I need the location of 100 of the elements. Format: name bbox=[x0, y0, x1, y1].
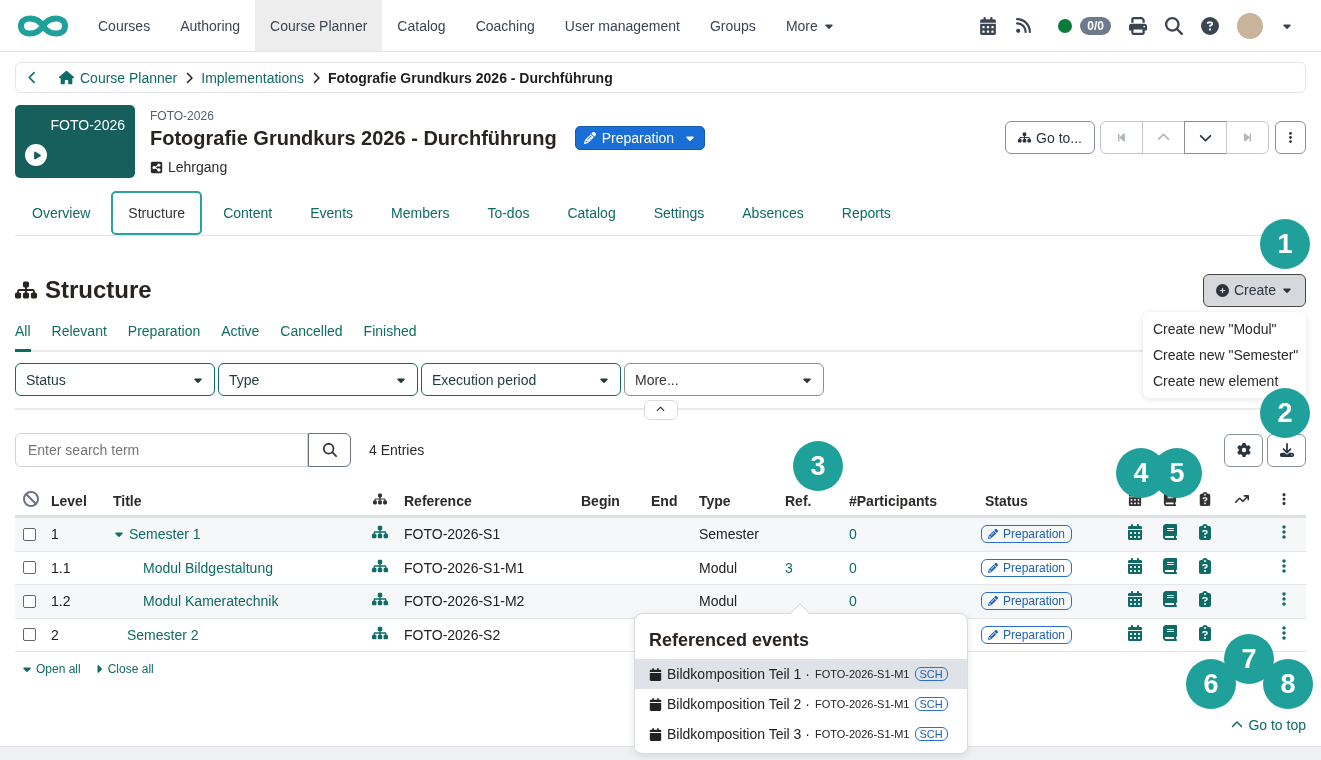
filter-dropdown[interactable]: More... bbox=[624, 363, 824, 396]
event-item[interactable]: Bildkomposition Teil 1 · FOTO-2026-S1-M1 SCH bbox=[635, 659, 967, 689]
nav-item[interactable]: Course Planner bbox=[255, 0, 383, 51]
event-reference: FOTO-2026-S1-M1 bbox=[814, 668, 910, 680]
column-header[interactable]: Level bbox=[47, 493, 91, 509]
calendar-icon bbox=[649, 667, 662, 681]
tab[interactable]: Settings bbox=[636, 190, 722, 235]
callout-marker: 8 bbox=[1263, 659, 1313, 709]
tab[interactable]: Content bbox=[206, 190, 290, 235]
course-type: Lehrgang bbox=[168, 159, 228, 175]
course-thumbnail[interactable]: FOTO-2026 bbox=[15, 105, 135, 178]
tab[interactable]: Reports bbox=[824, 190, 908, 235]
more-button[interactable] bbox=[1275, 121, 1306, 154]
row-checkbox[interactable] bbox=[23, 561, 36, 575]
search-button[interactable] bbox=[308, 433, 351, 467]
pencil-icon bbox=[988, 629, 998, 640]
calendar-icon bbox=[649, 697, 662, 711]
tab[interactable]: Absences bbox=[725, 190, 821, 235]
column-header[interactable]: End bbox=[647, 493, 682, 509]
filter-dropdown[interactable]: Type bbox=[218, 363, 418, 396]
row-checkbox[interactable] bbox=[23, 594, 36, 608]
callout-marker: 3 bbox=[793, 441, 843, 491]
column-header[interactable]: #Participants bbox=[845, 493, 941, 509]
column-header[interactable]: Ref. bbox=[781, 493, 816, 509]
settings-button[interactable] bbox=[1224, 433, 1263, 467]
status-badge[interactable]: Preparation bbox=[981, 625, 1073, 644]
event-item[interactable]: Bildkomposition Teil 2 · FOTO-2026-S1-M1 SCH bbox=[635, 689, 967, 719]
filter-tab[interactable]: Relevant bbox=[51, 317, 107, 352]
nav-item[interactable]: More bbox=[770, 0, 850, 51]
nav-item[interactable]: Catalog bbox=[382, 0, 461, 51]
nav-item[interactable]: User management bbox=[549, 0, 695, 51]
close-all-link[interactable]: Close all bbox=[92, 662, 154, 676]
status-dropdown[interactable]: Preparation bbox=[574, 126, 706, 150]
level-cell-text: 1 bbox=[50, 526, 60, 543]
row-checkbox[interactable] bbox=[23, 527, 36, 541]
play-button[interactable] bbox=[25, 144, 47, 166]
event-reference: FOTO-2026-S1-M1 bbox=[814, 698, 910, 710]
goto-button[interactable]: Go to... bbox=[1005, 121, 1095, 154]
section-title: Structure bbox=[45, 276, 152, 304]
sitemap-icon bbox=[15, 279, 37, 301]
status-badge[interactable]: Preparation bbox=[981, 525, 1073, 544]
print-icon bbox=[1129, 16, 1147, 35]
event-title: Bildkomposition Teil 3 · bbox=[667, 726, 810, 742]
filter-tab[interactable]: Preparation bbox=[127, 317, 201, 352]
event-item[interactable]: Bildkomposition Teil 3 · FOTO-2026-S1-M1 SCH bbox=[635, 719, 967, 749]
status-badge[interactable]: Preparation bbox=[981, 558, 1073, 577]
filter-tab[interactable]: All bbox=[15, 317, 31, 352]
event-title: Bildkomposition Teil 1 · bbox=[667, 666, 810, 682]
thumbnail-label: FOTO-2026 bbox=[50, 117, 125, 133]
tab[interactable]: Events bbox=[293, 190, 371, 235]
nav-item[interactable]: Courses bbox=[83, 0, 166, 51]
filter-tab[interactable]: Active bbox=[221, 317, 260, 352]
title-link[interactable]: Modul Kameratechnik bbox=[109, 593, 360, 610]
callout-marker: 1 bbox=[1260, 219, 1310, 269]
title-link[interactable]: Semester 2 bbox=[109, 626, 360, 643]
pencil-icon bbox=[583, 132, 596, 144]
go-to-top-link[interactable]: Go to top bbox=[1231, 717, 1306, 733]
status-dot[interactable] bbox=[1058, 18, 1073, 33]
filter-dropdown[interactable]: Status bbox=[15, 363, 215, 396]
nav-item[interactable]: Coaching bbox=[460, 0, 550, 51]
tab[interactable]: Structure bbox=[111, 190, 203, 235]
play-icon bbox=[32, 150, 42, 160]
breadcrumb-link[interactable]: Implementations bbox=[201, 69, 304, 86]
create-button[interactable]: Create bbox=[1202, 273, 1306, 307]
previous-button[interactable] bbox=[1142, 121, 1185, 154]
column-header[interactable]: Title bbox=[109, 493, 146, 509]
counter-badge[interactable]: 0/0 bbox=[1080, 16, 1111, 35]
status-badge[interactable]: Preparation bbox=[981, 592, 1073, 611]
pencil-icon bbox=[988, 529, 998, 540]
open-all-link[interactable]: Open all bbox=[21, 662, 81, 676]
tab[interactable]: Catalog bbox=[550, 190, 633, 235]
column-header[interactable]: Begin bbox=[577, 493, 624, 509]
participants-link[interactable]: 0 bbox=[845, 526, 981, 543]
pencil-icon bbox=[988, 562, 998, 573]
tab[interactable]: To-dos bbox=[470, 190, 547, 235]
participants-link[interactable]: 0 bbox=[845, 593, 981, 610]
ref-link[interactable]: 3 bbox=[781, 559, 845, 576]
menu-item[interactable]: Create new "Semester" bbox=[1143, 342, 1306, 368]
sitemap-icon bbox=[372, 557, 388, 574]
filter-dropdown[interactable]: Execution period bbox=[421, 363, 621, 396]
search-field[interactable]: Enter search term bbox=[15, 433, 308, 467]
download-button[interactable] bbox=[1267, 433, 1306, 467]
nav-item[interactable]: Groups bbox=[694, 0, 771, 51]
filter-tab[interactable]: Finished bbox=[363, 317, 417, 352]
breadcrumb-current: Fotografie Grundkurs 2026 - Durchführung bbox=[328, 69, 613, 86]
next-button[interactable] bbox=[1184, 121, 1227, 154]
participants-link[interactable]: 0 bbox=[845, 559, 981, 576]
clipboard-question-icon bbox=[1196, 557, 1213, 574]
column-header[interactable]: Status bbox=[981, 493, 1032, 509]
column-header[interactable]: Reference bbox=[400, 493, 476, 509]
nav-item[interactable]: Authoring bbox=[165, 0, 256, 51]
menu-item[interactable]: Create new "Modul" bbox=[1143, 316, 1306, 342]
row-checkbox[interactable] bbox=[23, 628, 36, 642]
filter-tab[interactable]: Cancelled bbox=[280, 317, 343, 352]
breadcrumb-link[interactable]: Course Planner bbox=[80, 69, 178, 86]
column-header[interactable]: Type bbox=[695, 493, 735, 509]
title-link[interactable]: Semester 1 bbox=[109, 526, 360, 543]
title-link[interactable]: Modul Bildgestaltung bbox=[109, 559, 360, 576]
tab[interactable]: Members bbox=[374, 190, 467, 235]
tab[interactable]: Overview bbox=[15, 190, 108, 235]
